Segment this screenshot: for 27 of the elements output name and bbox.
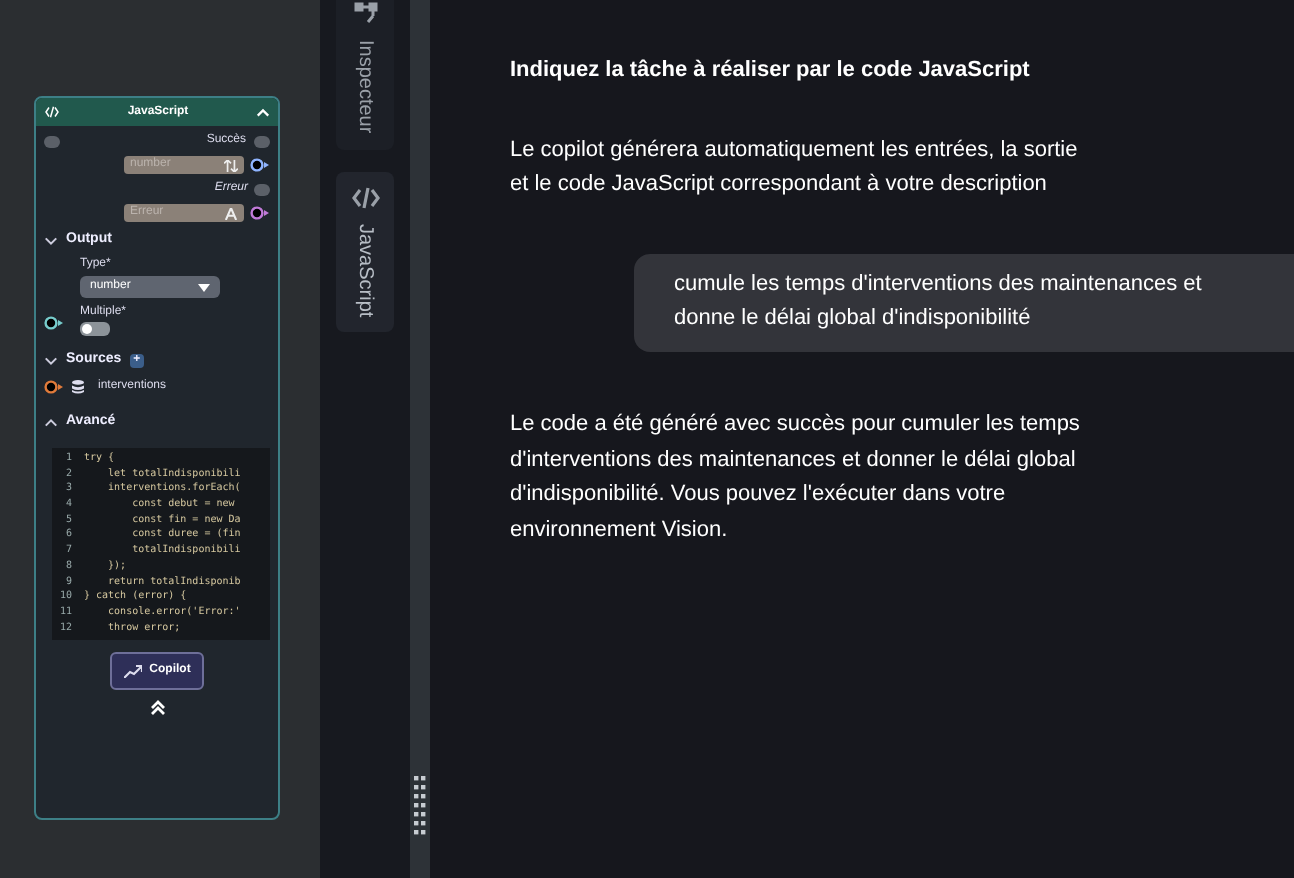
side-tab[interactable]: Inspecteur <box>336 0 394 150</box>
chat-heading: Indiquez la tâche à réaliser par le code JavaScript <box>510 56 1032 86</box>
multiple-toggle[interactable] <box>80 322 110 336</box>
code-icon <box>44 106 60 118</box>
output-port-icon[interactable] <box>250 158 270 172</box>
double-chevron-up-icon[interactable] <box>149 700 165 717</box>
intro-text: Le copilot générera automatiquement les entrées, la sortie et le code JavaScript correspondant à votre description <box>510 135 1080 201</box>
chevron-icon[interactable] <box>44 235 58 245</box>
input-port[interactable] <box>44 135 60 147</box>
input-port-icon[interactable] <box>44 379 64 393</box>
assistant-message: Le code a été généré avec succès pour cumuler les temps d'interventions des maintenances et donner le délai global d'indisponibilité. Vous pouvez l'exécuter dans votre environnement Vision. <box>510 409 1080 546</box>
side-tab[interactable]: JavaScript <box>336 171 394 333</box>
caret-icon <box>198 283 210 291</box>
database-icon <box>72 379 84 393</box>
success-port[interactable] <box>254 135 270 147</box>
output-port-icon[interactable] <box>44 316 64 330</box>
output-port-icon[interactable] <box>250 206 270 220</box>
text-type-icon <box>224 207 238 219</box>
user-message: cumule les temps d'interventions des maintenances et donne le délai global d'indisponibilité <box>634 253 1294 352</box>
hierarchy-icon <box>351 0 379 28</box>
drag-handle-icon[interactable] <box>414 776 426 840</box>
code-icon <box>351 183 379 212</box>
error-port[interactable] <box>254 183 270 195</box>
sort-icon <box>224 159 238 171</box>
chevron-icon[interactable] <box>44 417 58 427</box>
chevron-icon[interactable] <box>44 355 58 365</box>
collapse-chevron-icon[interactable] <box>255 107 270 117</box>
